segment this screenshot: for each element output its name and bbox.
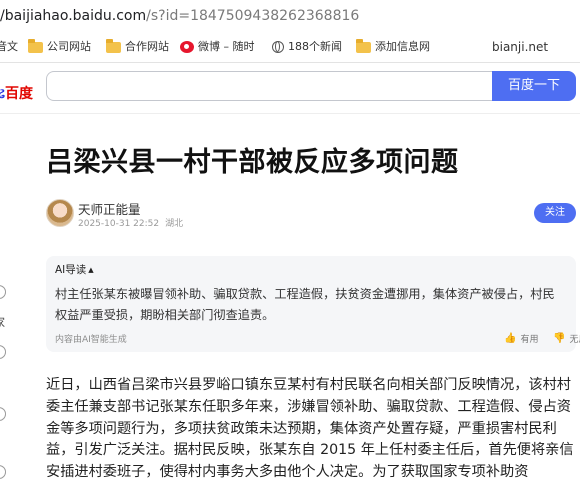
- search-input[interactable]: [46, 71, 492, 101]
- folder-icon: [106, 38, 121, 53]
- ai-generated-note: 内容由AI智能生成: [55, 335, 127, 345]
- globe-icon: [272, 41, 284, 53]
- url-path: /s?id=1847509438262368816: [146, 8, 360, 24]
- bookmark-188-news[interactable]: 188个新闻: [272, 32, 342, 62]
- bookmark-bianji[interactable]: bianji.net: [492, 32, 548, 62]
- caret-up-icon: ▲: [88, 266, 94, 274]
- publish-date: 2025-10-31 22:52: [78, 219, 160, 229]
- useful-button[interactable]: 👍 有用: [504, 332, 538, 345]
- bookmark-add-info[interactable]: 添加信息网: [356, 32, 430, 62]
- more-icon[interactable]: [0, 465, 6, 479]
- search-button[interactable]: 百度一下: [492, 71, 576, 101]
- bookmark-weibo[interactable]: 微博 – 随时: [180, 32, 255, 62]
- thumbs-up-icon: 👍: [504, 333, 517, 344]
- bookmarks-bar: 音文 公司网站 合作网站 微博 – 随时 188个新闻 添加信息网 bianji…: [0, 32, 580, 63]
- useless-button[interactable]: 👎 无用: [553, 332, 580, 345]
- url-host: /baijiahao.baidu.com: [0, 8, 147, 24]
- ai-summary-box: AI导读 ▲ 村主任张某东被曝冒领补助、骗取贷款、工程造假，扶贫资金遭挪用，集体资…: [46, 256, 580, 352]
- article-title: 吕梁兴县一村干部被反应多项问题: [46, 147, 459, 178]
- article-body: 近日，山西省吕梁市兴县罗峪口镇东豆某村有村民联名向相关部门反映情况，该村村委主任…: [46, 377, 574, 481]
- publish-location: 湖北: [165, 219, 184, 229]
- useless-label: 无用: [569, 335, 580, 345]
- bookmark-partner-sites[interactable]: 合作网站: [106, 32, 169, 62]
- thumbs-down-icon: 👎: [553, 333, 566, 344]
- folder-icon: [28, 38, 43, 53]
- bookmark-label: bianji.net: [492, 40, 549, 54]
- baidu-logo-text: 百度: [4, 86, 33, 102]
- bookmark-label: 微博 – 随时: [198, 40, 255, 53]
- share-icon[interactable]: [0, 285, 6, 299]
- bookmark-label: 添加信息网: [375, 40, 430, 53]
- favorite-icon[interactable]: [0, 407, 6, 421]
- bookmark-partial[interactable]: 音文: [0, 32, 18, 62]
- folder-icon: [356, 38, 371, 53]
- ai-summary-title: AI导读: [55, 264, 87, 276]
- comment-icon[interactable]: [0, 345, 6, 359]
- left-toolbar-label: 家: [0, 314, 5, 330]
- bookmark-label: 188个新闻: [288, 40, 342, 53]
- ai-summary-text: 村主任张某东被曝冒领补助、骗取贷款、工程造假，扶贫资金遭挪用，集体资产被侵占，村…: [55, 287, 555, 322]
- article-meta: 2025-10-31 22:52 湖北: [78, 216, 183, 229]
- bookmark-partial-label: 音文: [0, 40, 18, 53]
- weibo-icon: [180, 41, 194, 53]
- author-avatar[interactable]: [46, 199, 74, 227]
- baidu-logo[interactable]: ઢ百度: [0, 83, 33, 103]
- bookmark-label: 公司网站: [47, 40, 91, 53]
- bookmark-label: 合作网站: [125, 40, 169, 53]
- left-toolbar: 家: [0, 113, 14, 489]
- search-header: ઢ百度 百度一下: [0, 63, 580, 114]
- follow-button[interactable]: 关注: [534, 203, 576, 223]
- address-bar[interactable]: /baijiahao.baidu.com/s?id=18475094382623…: [0, 0, 580, 33]
- bookmark-company-sites[interactable]: 公司网站: [28, 32, 91, 62]
- useful-label: 有用: [520, 335, 539, 345]
- ai-summary-toggle[interactable]: AI导读 ▲: [55, 262, 94, 277]
